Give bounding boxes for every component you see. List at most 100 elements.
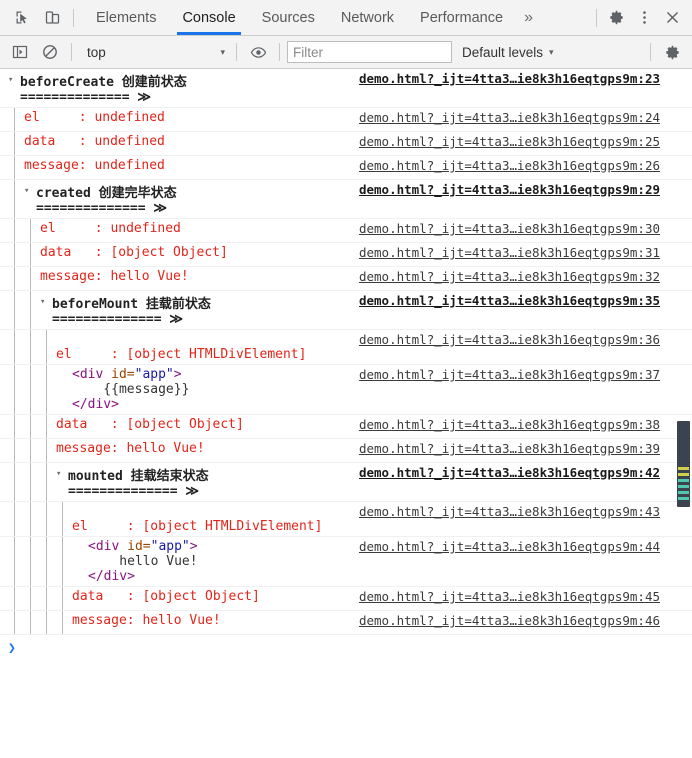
console-message-row[interactable]: demo.html?_ijt=4tta3…ie8k3h16eqtgps9m:38… xyxy=(0,415,692,439)
source-link[interactable]: demo.html?_ijt=4tta3…ie8k3h16eqtgps9m:30 xyxy=(359,221,660,236)
panel-tabs: Elements Console Sources Network Perform… xyxy=(83,0,591,35)
console-group-header[interactable]: demo.html?_ijt=4tta3…ie8k3h16eqtgps9m:42… xyxy=(0,463,692,502)
console-message-row[interactable]: demo.html?_ijt=4tta3…ie8k3h16eqtgps9m:24… xyxy=(0,108,692,132)
console-message-row[interactable]: demo.html?_ijt=4tta3…ie8k3h16eqtgps9m:26… xyxy=(0,156,692,180)
group-title: beforeMount 挂载前状态 ============== ≫ xyxy=(52,293,211,327)
console-row-content: demo.html?_ijt=4tta3…ie8k3h16eqtgps9m:24… xyxy=(0,110,692,125)
log-levels-select[interactable]: Default levels ▾ xyxy=(454,45,562,60)
console-message-row[interactable]: demo.html?_ijt=4tta3…ie8k3h16eqtgps9m:36… xyxy=(0,330,692,365)
console-row-content: demo.html?_ijt=4tta3…ie8k3h16eqtgps9m:37… xyxy=(0,367,692,412)
console-message-row[interactable]: demo.html?_ijt=4tta3…ie8k3h16eqtgps9m:46… xyxy=(0,611,692,635)
source-link[interactable]: demo.html?_ijt=4tta3…ie8k3h16eqtgps9m:36 xyxy=(359,332,660,347)
console-group-header[interactable]: demo.html?_ijt=4tta3…ie8k3h16eqtgps9m:35… xyxy=(0,291,692,330)
source-link[interactable]: demo.html?_ijt=4tta3…ie8k3h16eqtgps9m:43 xyxy=(359,504,660,519)
tab-elements[interactable]: Elements xyxy=(83,0,169,35)
console-message-row[interactable]: demo.html?_ijt=4tta3…ie8k3h16eqtgps9m:30… xyxy=(0,219,692,243)
execution-context-select[interactable]: top ▾ xyxy=(79,41,229,63)
source-link[interactable]: demo.html?_ijt=4tta3…ie8k3h16eqtgps9m:26 xyxy=(359,158,660,173)
group-collapse-arrow-icon[interactable]: ▾ xyxy=(56,465,68,483)
tab-label: Performance xyxy=(420,10,503,26)
source-link[interactable]: demo.html?_ijt=4tta3…ie8k3h16eqtgps9m:24 xyxy=(359,110,660,125)
console-message-text: el : [object HTMLDivElement] xyxy=(72,504,322,534)
console-row-content: demo.html?_ijt=4tta3…ie8k3h16eqtgps9m:25… xyxy=(0,134,692,149)
console-rows: demo.html?_ijt=4tta3…ie8k3h16eqtgps9m:23… xyxy=(0,69,692,635)
source-link[interactable]: demo.html?_ijt=4tta3…ie8k3h16eqtgps9m:42 xyxy=(359,465,660,480)
console-message-row[interactable]: demo.html?_ijt=4tta3…ie8k3h16eqtgps9m:45… xyxy=(0,587,692,611)
chevron-down-icon: ▾ xyxy=(549,47,554,58)
console-message-text: message: hello Vue! xyxy=(56,441,205,456)
source-link[interactable]: demo.html?_ijt=4tta3…ie8k3h16eqtgps9m:29 xyxy=(359,182,660,197)
dom-element-preview[interactable]: <div id="app"> {{message}} </div> xyxy=(72,367,189,412)
source-link[interactable]: demo.html?_ijt=4tta3…ie8k3h16eqtgps9m:37 xyxy=(359,367,660,382)
more-tabs-chevron-icon[interactable]: » xyxy=(516,0,541,35)
console-row-content: demo.html?_ijt=4tta3…ie8k3h16eqtgps9m:44… xyxy=(0,539,692,584)
source-link[interactable]: demo.html?_ijt=4tta3…ie8k3h16eqtgps9m:25 xyxy=(359,134,660,149)
console-row-content: demo.html?_ijt=4tta3…ie8k3h16eqtgps9m:23… xyxy=(0,71,692,105)
dom-element-preview[interactable]: <div id="app"> hello Vue! </div> xyxy=(88,539,198,584)
gear-icon[interactable] xyxy=(602,4,630,32)
close-icon[interactable] xyxy=(658,4,686,32)
source-link[interactable]: demo.html?_ijt=4tta3…ie8k3h16eqtgps9m:23 xyxy=(359,71,660,86)
console-row-content: demo.html?_ijt=4tta3…ie8k3h16eqtgps9m:32… xyxy=(0,269,692,284)
device-toolbar-icon[interactable] xyxy=(38,4,66,32)
console-row-content: demo.html?_ijt=4tta3…ie8k3h16eqtgps9m:45… xyxy=(0,589,692,604)
tab-label: Console xyxy=(182,10,235,26)
dom-text-node: hello Vue! xyxy=(88,554,198,569)
console-row-content: demo.html?_ijt=4tta3…ie8k3h16eqtgps9m:35… xyxy=(0,293,692,327)
console-message-text: data : [object Object] xyxy=(56,417,244,432)
dom-attr-name: id= xyxy=(127,539,150,554)
console-message-row[interactable]: demo.html?_ijt=4tta3…ie8k3h16eqtgps9m:25… xyxy=(0,132,692,156)
source-link[interactable]: demo.html?_ijt=4tta3…ie8k3h16eqtgps9m:44 xyxy=(359,539,660,554)
console-settings-gear-icon[interactable] xyxy=(658,38,686,66)
console-message-row[interactable]: demo.html?_ijt=4tta3…ie8k3h16eqtgps9m:43… xyxy=(0,502,692,537)
group-collapse-arrow-icon[interactable]: ▾ xyxy=(40,293,52,311)
source-link[interactable]: demo.html?_ijt=4tta3…ie8k3h16eqtgps9m:35 xyxy=(359,293,660,308)
tab-sources[interactable]: Sources xyxy=(249,0,328,35)
console-message-row[interactable]: demo.html?_ijt=4tta3…ie8k3h16eqtgps9m:44… xyxy=(0,537,692,587)
toolbar-divider xyxy=(650,43,651,61)
console-message-row[interactable]: demo.html?_ijt=4tta3…ie8k3h16eqtgps9m:37… xyxy=(0,365,692,415)
scrollbar-message-tick xyxy=(678,467,689,470)
source-link[interactable]: demo.html?_ijt=4tta3…ie8k3h16eqtgps9m:38 xyxy=(359,417,660,432)
group-title: created 创建完毕状态 ============== ≫ xyxy=(36,182,177,216)
dom-open-tag: <div xyxy=(88,539,127,554)
live-expression-eye-icon[interactable] xyxy=(244,38,272,66)
devtools-tabbar: Elements Console Sources Network Perform… xyxy=(0,0,692,36)
dom-close-tag: </div> xyxy=(72,397,119,412)
filter-input[interactable] xyxy=(287,41,452,63)
console-row-content: demo.html?_ijt=4tta3…ie8k3h16eqtgps9m:31… xyxy=(0,245,692,260)
group-collapse-arrow-icon[interactable]: ▾ xyxy=(8,71,20,89)
tabbar-right-icons xyxy=(591,0,692,35)
dom-open-tag-end: > xyxy=(174,367,182,382)
tab-performance[interactable]: Performance xyxy=(407,0,516,35)
vertical-dots-icon[interactable] xyxy=(630,4,658,32)
console-sidebar-icon[interactable] xyxy=(6,38,34,66)
console-message-row[interactable]: demo.html?_ijt=4tta3…ie8k3h16eqtgps9m:32… xyxy=(0,267,692,291)
console-prompt[interactable]: ❯ xyxy=(0,635,692,656)
tab-network[interactable]: Network xyxy=(328,0,407,35)
source-link[interactable]: demo.html?_ijt=4tta3…ie8k3h16eqtgps9m:39 xyxy=(359,441,660,456)
console-row-content: demo.html?_ijt=4tta3…ie8k3h16eqtgps9m:38… xyxy=(0,417,692,432)
source-link[interactable]: demo.html?_ijt=4tta3…ie8k3h16eqtgps9m:32 xyxy=(359,269,660,284)
toolbar-divider xyxy=(596,9,597,27)
group-title: mounted 挂载结束状态 ============== ≫ xyxy=(68,465,209,499)
source-link[interactable]: demo.html?_ijt=4tta3…ie8k3h16eqtgps9m:45 xyxy=(359,589,660,604)
console-message-text: message: hello Vue! xyxy=(72,613,221,628)
console-group-header[interactable]: demo.html?_ijt=4tta3…ie8k3h16eqtgps9m:29… xyxy=(0,180,692,219)
clear-console-icon[interactable] xyxy=(36,38,64,66)
console-group-header[interactable]: demo.html?_ijt=4tta3…ie8k3h16eqtgps9m:23… xyxy=(0,69,692,108)
source-link[interactable]: demo.html?_ijt=4tta3…ie8k3h16eqtgps9m:31 xyxy=(359,245,660,260)
source-link[interactable]: demo.html?_ijt=4tta3…ie8k3h16eqtgps9m:46 xyxy=(359,613,660,628)
console-message-row[interactable]: demo.html?_ijt=4tta3…ie8k3h16eqtgps9m:31… xyxy=(0,243,692,267)
console-message-row[interactable]: demo.html?_ijt=4tta3…ie8k3h16eqtgps9m:39… xyxy=(0,439,692,463)
console-message-list[interactable]: demo.html?_ijt=4tta3…ie8k3h16eqtgps9m:23… xyxy=(0,69,692,757)
console-row-content: demo.html?_ijt=4tta3…ie8k3h16eqtgps9m:42… xyxy=(0,465,692,499)
group-collapse-arrow-icon[interactable]: ▾ xyxy=(24,182,36,200)
tab-console[interactable]: Console xyxy=(169,0,248,35)
console-scrollbar[interactable] xyxy=(677,421,690,507)
tab-label: Sources xyxy=(262,10,315,26)
dom-text-node: {{message}} xyxy=(72,382,189,397)
inspect-cursor-icon[interactable] xyxy=(8,4,36,32)
console-row-content: demo.html?_ijt=4tta3…ie8k3h16eqtgps9m:36… xyxy=(0,332,692,362)
console-message-text: el : undefined xyxy=(40,221,181,236)
